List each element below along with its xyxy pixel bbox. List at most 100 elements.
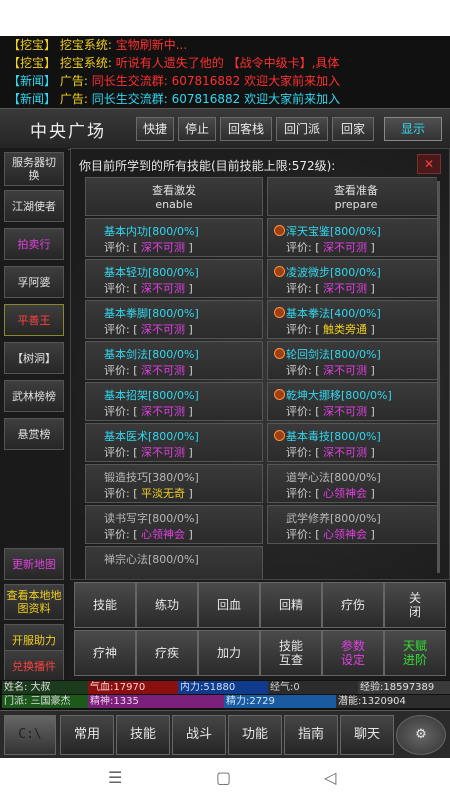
return-sect-button[interactable]: 回门派 [276, 117, 328, 141]
skill-rating: 触类旁通 [323, 323, 368, 336]
stat-spirit: 精神:1335 [88, 695, 240, 708]
bracket-close: ] [367, 364, 375, 377]
eval-label: 评价: [286, 528, 312, 541]
update-map-button[interactable]: 更新地图 [4, 548, 64, 580]
return-inn-button[interactable]: 回客栈 [220, 117, 272, 141]
skill-rating-row: 评价: [ 深不可测 ] [286, 280, 375, 296]
scrollbar[interactable] [437, 181, 440, 573]
chat-tag: 【新闻】 [8, 92, 57, 106]
skill-card[interactable]: 基本医术[800/0%] 评价: [ 深不可测 ] [85, 423, 263, 462]
skills-action-button[interactable]: 技能 [74, 582, 136, 628]
skill-lookup-button[interactable]: 技能 互查 [260, 630, 322, 676]
auction-button[interactable]: 拍卖行 [4, 228, 64, 260]
eval-label: 评价: [286, 323, 312, 336]
skill-rating-row: 评价: [ 深不可测 ] [104, 403, 193, 419]
close-icon[interactable]: ✕ [417, 154, 441, 174]
view-enable-button[interactable]: 查看激发 enable [85, 177, 263, 216]
chat-feed[interactable]: 【挖宝】 挖宝系统: 宝物刷新中... 【挖宝】 挖宝系统: 听说有人遗失了他的… [0, 36, 450, 108]
stop-button[interactable]: 停止 [178, 117, 216, 141]
skill-card[interactable]: 禅宗心法[800/0%] [85, 546, 263, 579]
skill-card[interactable]: 基本剑法[800/0%] 评价: [ 深不可测 ] [85, 341, 263, 380]
settings-button[interactable]: 参数 设定 [322, 630, 384, 676]
tree-hole-button[interactable]: 【树洞】 [4, 342, 64, 374]
redeem-button[interactable]: 兑换播件 [4, 650, 64, 682]
bracket-open: [ [129, 323, 142, 336]
bracket-close: ] [185, 528, 193, 541]
menu-skills[interactable]: 技能 [116, 715, 170, 755]
skill-special-icon [274, 348, 285, 359]
menu-functions[interactable]: 功能 [228, 715, 282, 755]
bracket-open: [ [311, 446, 324, 459]
skill-rating: 心领神会 [323, 487, 368, 500]
bracket-open: [ [311, 528, 324, 541]
gear-icon[interactable]: ⚙ [396, 715, 446, 755]
view-prepare-button[interactable]: 查看准备 prepare [267, 177, 437, 216]
cure-illness-button[interactable]: 疗疾 [136, 630, 198, 676]
bracket-close: ] [185, 282, 193, 295]
home-icon[interactable]: ▢ [216, 768, 231, 787]
display-button[interactable]: 显示 [384, 117, 442, 141]
menu-chat[interactable]: 聊天 [340, 715, 394, 755]
skills-panel: 你目前所学到的所有技能(目前技能上限:572级): ✕ 查看激发 enable … [70, 148, 450, 580]
skill-card[interactable]: 基本招架[800/0%] 评价: [ 深不可测 ] [85, 382, 263, 421]
skill-card[interactable]: 基本轻功[800/0%] 评价: [ 深不可测 ] [85, 259, 263, 298]
heal-hp-button[interactable]: 回血 [198, 582, 260, 628]
bracket-open: [ [129, 528, 142, 541]
view-enable-label: 查看激发 [152, 184, 196, 197]
close-button[interactable]: 关 闭 [384, 582, 446, 628]
console-icon[interactable]: C:\ [4, 715, 56, 755]
chat-line: 【挖宝】 挖宝系统: 听说有人遗失了他的 【战令中级卡】,具体 [0, 54, 450, 72]
skill-card[interactable]: 基本内功[800/0%] 评价: [ 深不可测 ] [85, 218, 263, 257]
skill-special-icon [274, 225, 285, 236]
skill-rating-row: 评价: [ 心领神会 ] [286, 485, 375, 501]
view-prepare-sub: prepare [334, 198, 378, 211]
menu-common[interactable]: 常用 [60, 715, 114, 755]
menu-combat[interactable]: 战斗 [172, 715, 226, 755]
skill-card[interactable]: 基本拳脚[800/0%] 评价: [ 深不可测 ] [85, 300, 263, 339]
chat-item-link[interactable]: 【战令中级卡】,具体 [228, 56, 340, 70]
skill-card[interactable]: 凌波微步[800/0%] 评价: [ 深不可测 ] [267, 259, 437, 298]
bounty-board-button[interactable]: 悬赏榜 [4, 418, 64, 450]
skill-card[interactable]: 锻造技巧[380/0%] 评价: [ 平淡无奇 ] [85, 464, 263, 503]
skill-card[interactable]: 乾坤大挪移[800/0%] 评价: [ 深不可测 ] [267, 382, 437, 421]
add-force-button[interactable]: 加力 [198, 630, 260, 676]
heal-spirit-button[interactable]: 疗神 [74, 630, 136, 676]
martial-rank-button[interactable]: 武林榜榜 [4, 380, 64, 412]
skill-name: 武学修养[800/0%] [286, 512, 381, 525]
skill-rating: 深不可测 [323, 364, 368, 377]
bracket-close: ] [185, 405, 193, 418]
stat-energy: 精力:2729 [224, 695, 336, 708]
eval-label: 评价: [104, 241, 130, 254]
return-home-button[interactable]: 回家 [332, 117, 374, 141]
eval-label: 评价: [104, 323, 130, 336]
talent-advance-button[interactable]: 天赋 进阶 [384, 630, 446, 676]
npc-fu-apo-button[interactable]: 孚阿婆 [4, 266, 64, 298]
back-icon[interactable]: ◁ [324, 768, 336, 787]
skill-card[interactable]: 基本毒技[800/0%] 评价: [ 深不可测 ] [267, 423, 437, 462]
bracket-close: ] [367, 282, 375, 295]
skill-card[interactable]: 轮回剑法[800/0%] 评价: [ 深不可测 ] [267, 341, 437, 380]
skill-name: 基本拳法[400/0%] [286, 307, 381, 320]
skill-special-icon [274, 389, 285, 400]
skill-rating-row: 评价: [ 心领神会 ] [286, 526, 375, 542]
restore-essence-button[interactable]: 回精 [260, 582, 322, 628]
skill-card[interactable]: 基本拳法[400/0%] 评价: [ 触类旁通 ] [267, 300, 437, 339]
skill-card[interactable]: 浑天宝鉴[800/0%] 评价: [ 深不可测 ] [267, 218, 437, 257]
character-stats: 姓名: 大叔 气血:17970 内力:51880 经气:0 经验:1859738… [0, 680, 450, 710]
skill-card[interactable]: 读书写字[800/0%] 评价: [ 心领神会 ] [85, 505, 263, 544]
bottom-menu: C:\ 常用 技能 战斗 功能 指南 聊天 ⚙ [0, 710, 450, 759]
left-sidebar: 服务器切 换 江湖使者 拍卖行 孚阿婆 平善王 【树洞】 武林榜榜 悬赏榜 更新… [0, 148, 68, 682]
eval-label: 评价: [104, 364, 130, 377]
switch-server-button[interactable]: 服务器切 换 [4, 152, 64, 186]
local-map-info-button[interactable]: 查看本地地 图资料 [4, 584, 64, 620]
menu-icon[interactable]: ☰ [108, 768, 122, 787]
jianghu-envoy-button[interactable]: 江湖使者 [4, 190, 64, 222]
npc-ping-shan-wang-button[interactable]: 平善王 [4, 304, 64, 336]
skill-card[interactable]: 武学修养[800/0%] 评价: [ 心领神会 ] [267, 505, 437, 544]
shortcut-button[interactable]: 快捷 [136, 117, 174, 141]
skill-card[interactable]: 道学心法[800/0%] 评价: [ 心领神会 ] [267, 464, 437, 503]
skill-name: 凌波微步[800/0%] [286, 266, 381, 279]
menu-guide[interactable]: 指南 [284, 715, 338, 755]
treat-wound-button[interactable]: 疗伤 [322, 582, 384, 628]
practice-button[interactable]: 练功 [136, 582, 198, 628]
